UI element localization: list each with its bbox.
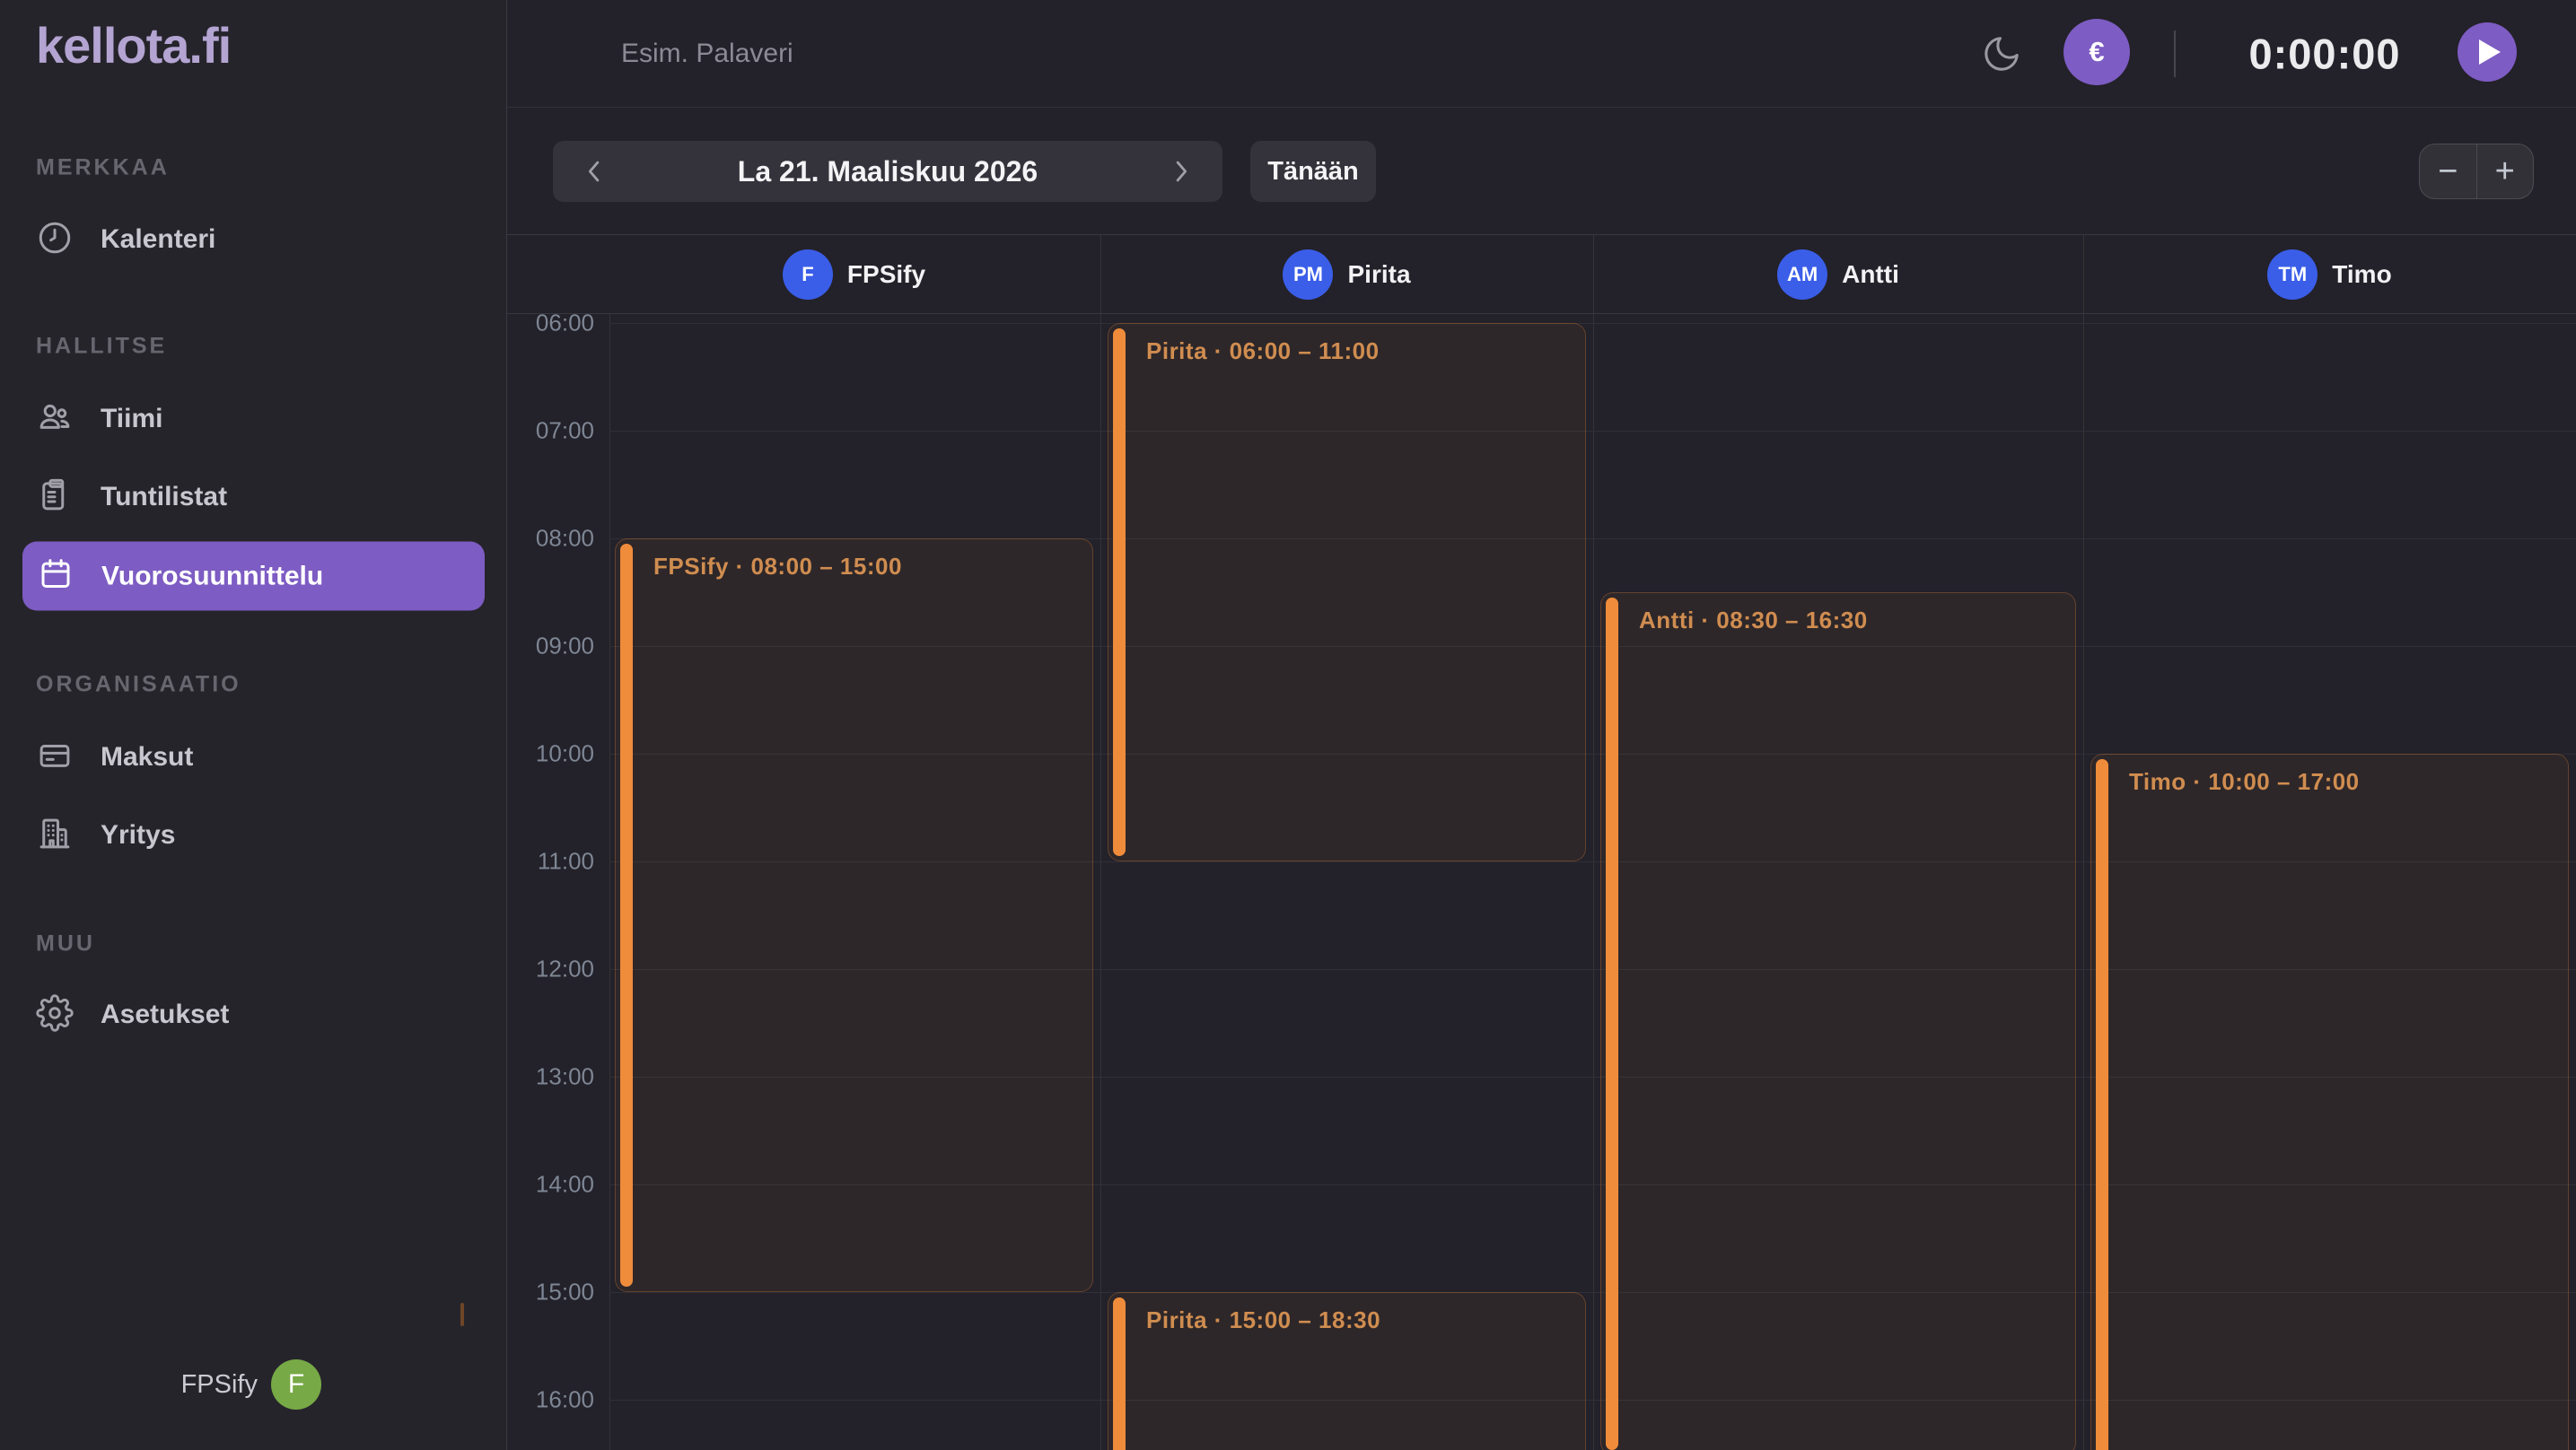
shift-event-pirita-morning[interactable]: Pirita · 06:00 – 11:00	[1108, 323, 1586, 861]
sidebar-item-label: Yritys	[101, 820, 175, 851]
timer-display: 0:00:00	[2248, 29, 2401, 78]
shift-event-timo[interactable]: Timo · 10:00 – 17:00	[2090, 754, 2569, 1450]
hour-gridline	[609, 323, 2576, 324]
avatar: AM	[1777, 249, 1827, 300]
column-divider	[2083, 235, 2084, 1450]
time-label: 07:00	[507, 417, 594, 445]
sidebar-item-label: Tuntilistat	[101, 482, 227, 512]
topbar: Esim. Palaveri € 0:00:00	[507, 0, 2576, 108]
column-divider	[609, 314, 610, 1450]
sidebar-item-maksut[interactable]: Maksut	[36, 730, 193, 784]
clock-icon	[36, 219, 74, 261]
column-header-timo: TM Timo	[2083, 235, 2576, 314]
sidebar-item-asetukset[interactable]: Asetukset	[36, 988, 229, 1042]
sidebar-item-vuorosuunnittelu[interactable]: Vuorosuunnittelu	[22, 542, 485, 611]
sidebar-section-merkkaa: MERKKAA	[36, 155, 170, 181]
column-header-antti: AM Antti	[1593, 235, 2083, 314]
event-accent-bar	[2096, 759, 2108, 1450]
users-icon	[36, 398, 74, 441]
today-button[interactable]: Tänään	[1250, 141, 1376, 202]
sidebar-item-label: Kalenteri	[101, 224, 215, 255]
event-label: Timo · 10:00 – 17:00	[2129, 768, 2360, 796]
time-label: 14:00	[507, 1171, 594, 1199]
event-label: Pirita · 06:00 – 11:00	[1146, 337, 1380, 365]
next-day-button[interactable]	[1165, 156, 1196, 187]
sidebar-section-organisaatio: ORGANISAATIO	[36, 672, 241, 698]
gear-icon	[36, 994, 74, 1036]
event-accent-bar	[1113, 1297, 1126, 1450]
moon-icon[interactable]	[1981, 33, 2022, 79]
event-label: Antti · 08:30 – 16:30	[1639, 607, 1868, 634]
play-icon	[2479, 39, 2501, 65]
schedule-grid[interactable]: 06:00 07:00 08:00 09:00 10:00 11:00 12:0…	[507, 234, 2576, 1450]
sidebar-item-tiimi[interactable]: Tiimi	[36, 392, 162, 446]
shift-event-antti[interactable]: Antti · 08:30 – 16:30	[1600, 592, 2076, 1450]
event-accent-bar	[1113, 328, 1126, 856]
time-label: 13:00	[507, 1063, 594, 1091]
sidebar-scroll-marker	[460, 1303, 464, 1326]
clipboard-icon	[36, 476, 74, 519]
shift-event-fpsify[interactable]: FPSify · 08:00 – 15:00	[615, 538, 1093, 1292]
sidebar-item-kalenteri[interactable]: Kalenteri	[36, 213, 215, 266]
column-name: Timo	[2332, 260, 2391, 289]
event-accent-bar	[620, 544, 633, 1287]
event-label: Pirita · 15:00 – 18:30	[1146, 1306, 1380, 1334]
current-user-name: FPSify	[181, 1370, 258, 1400]
avatar: F	[783, 249, 833, 300]
column-divider	[1593, 235, 1594, 1450]
sidebar-item-tuntilistat[interactable]: Tuntilistat	[36, 470, 227, 524]
prev-day-button[interactable]	[580, 156, 610, 187]
topbar-divider	[2174, 31, 2176, 77]
event-accent-bar	[1606, 598, 1618, 1450]
billable-toggle-button[interactable]: €	[2063, 19, 2130, 85]
time-label: 12:00	[507, 956, 594, 983]
current-date-label[interactable]: La 21. Maaliskuu 2026	[738, 155, 1038, 188]
avatar: PM	[1283, 249, 1333, 300]
sidebar-section-hallitse: HALLITSE	[36, 334, 167, 360]
time-label: 11:00	[507, 848, 594, 876]
sidebar-item-label: Vuorosuunnittelu	[101, 561, 323, 591]
current-user-avatar[interactable]: F	[271, 1359, 321, 1410]
column-header-pirita: PM Pirita	[1100, 235, 1593, 314]
sidebar-item-label: Asetukset	[101, 1000, 229, 1030]
event-label: FPSify · 08:00 – 15:00	[653, 553, 902, 581]
building-icon	[36, 815, 74, 857]
zoom-control: − +	[2419, 144, 2534, 199]
hour-gridline	[609, 431, 2576, 432]
column-name: FPSify	[847, 260, 925, 289]
time-label: 08:00	[507, 525, 594, 553]
app-logo[interactable]: kellota.fi	[36, 16, 231, 74]
column-name: Pirita	[1347, 260, 1410, 289]
time-label: 16:00	[507, 1386, 594, 1414]
calendar-icon	[37, 555, 74, 598]
sidebar-section-muu: MUU	[36, 931, 95, 957]
column-divider	[1100, 235, 1101, 1450]
calendar-header: F FPSify PM Pirita AM Antti TM Timo	[507, 235, 2576, 314]
sidebar: kellota.fi MERKKAA Kalenteri HALLITSE Ti…	[0, 0, 507, 1450]
shift-event-pirita-evening[interactable]: Pirita · 15:00 – 18:30	[1108, 1292, 1586, 1450]
zoom-out-button[interactable]: −	[2420, 144, 2477, 198]
start-timer-button[interactable]	[2458, 22, 2517, 82]
avatar: TM	[2267, 249, 2318, 300]
time-label: 15:00	[507, 1279, 594, 1306]
sidebar-item-label: Maksut	[101, 742, 193, 773]
credit-card-icon	[36, 737, 74, 779]
task-description-input[interactable]: Esim. Palaveri	[621, 39, 1070, 69]
time-label: 10:00	[507, 740, 594, 768]
sidebar-item-yritys[interactable]: Yritys	[36, 808, 175, 862]
time-label: 09:00	[507, 633, 594, 660]
column-name: Antti	[1842, 260, 1899, 289]
sidebar-item-label: Tiimi	[101, 404, 162, 434]
zoom-in-button[interactable]: +	[2477, 144, 2534, 198]
date-navigator: La 21. Maaliskuu 2026	[553, 141, 1222, 202]
column-header-fpsify: F FPSify	[608, 235, 1100, 314]
